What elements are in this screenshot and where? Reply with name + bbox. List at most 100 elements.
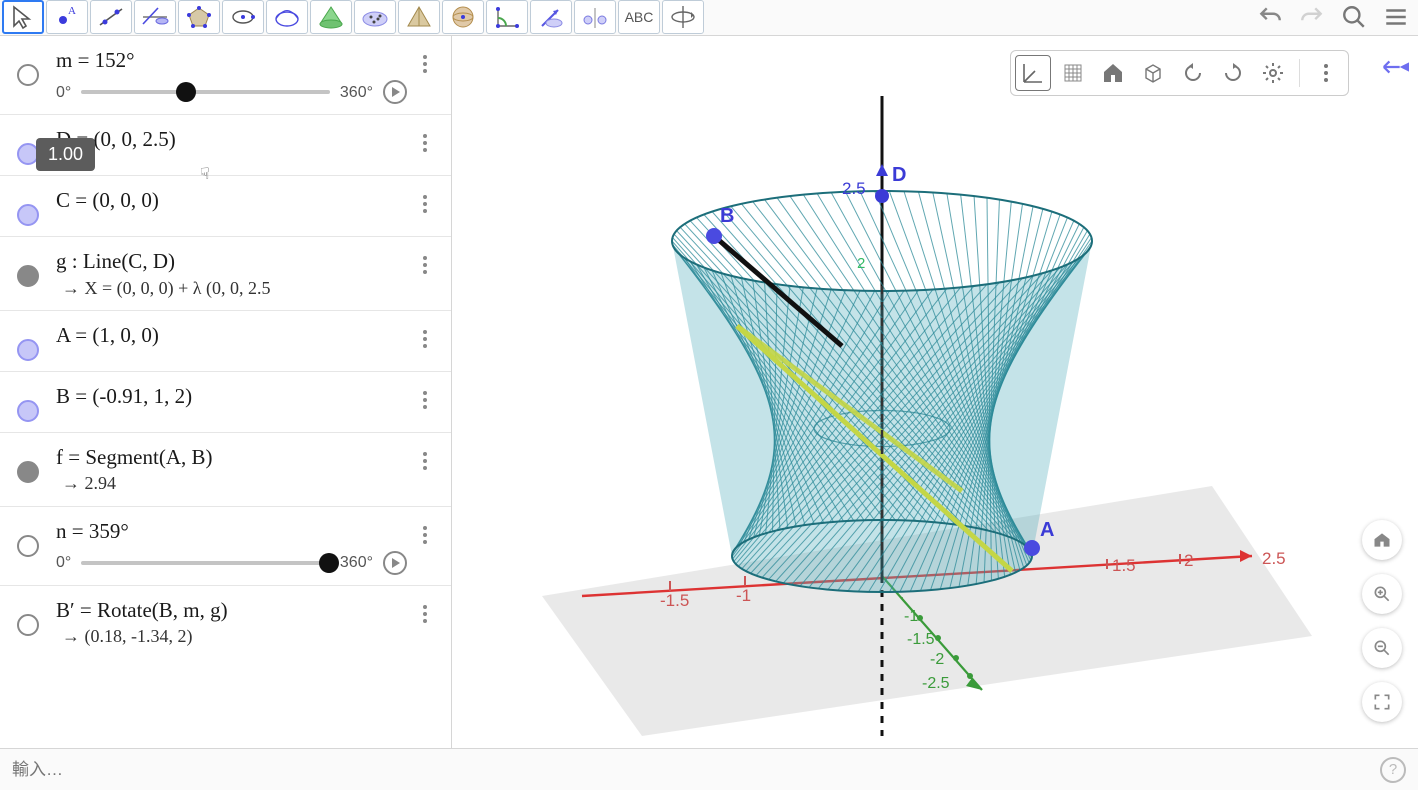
tool-ellipse[interactable] [266, 0, 308, 34]
z-label-2-5: 2.5 [842, 179, 866, 198]
tool-text[interactable]: ABC [618, 0, 660, 34]
play-button[interactable] [383, 80, 407, 104]
point-b[interactable] [706, 228, 722, 244]
row-more-button[interactable] [411, 447, 439, 475]
tool-cone[interactable] [310, 0, 352, 34]
expression-text: n = 359° [56, 517, 407, 545]
row-more-button[interactable] [411, 50, 439, 78]
x-tick-label: 2.5 [1262, 549, 1286, 568]
tool-circle[interactable] [222, 0, 264, 34]
slider-min: 0° [56, 552, 71, 574]
tool-move[interactable] [2, 0, 44, 34]
x-tick-label: 1.5 [1112, 556, 1136, 575]
visibility-toggle[interactable] [17, 339, 39, 361]
visibility-toggle[interactable] [17, 461, 39, 483]
float-zoomin-button[interactable] [1362, 574, 1402, 614]
y-tick-label: -1 [904, 608, 918, 625]
tool-vector[interactable] [530, 0, 572, 34]
visibility-toggle[interactable] [17, 265, 39, 287]
row-more-button[interactable] [411, 521, 439, 549]
algebra-row-f[interactable]: f = Segment(A, B) → 2.94 [0, 433, 451, 507]
main-area: 1.00 ☟ m = 152° 0° 360° D = (0, 0, 2 [0, 36, 1418, 748]
tool-point[interactable]: A [46, 0, 88, 34]
point-a-label: A [1040, 519, 1054, 541]
visibility-toggle[interactable] [17, 400, 39, 422]
row-more-button[interactable] [411, 386, 439, 414]
expression-result: → (0.18, -1.34, 2) [56, 624, 407, 648]
tool-polygon[interactable] [178, 0, 220, 34]
visibility-toggle[interactable] [17, 204, 39, 226]
tool-dotcloud[interactable] [354, 0, 396, 34]
algebra-panel[interactable]: 1.00 ☟ m = 152° 0° 360° D = (0, 0, 2 [0, 36, 452, 748]
expression-text: D = (0, 0, 2.5) [56, 125, 407, 153]
float-zoomout-button[interactable] [1362, 628, 1402, 668]
x-tick-label: 2 [1184, 551, 1193, 570]
d-arrow [876, 164, 888, 176]
row-more-button[interactable] [411, 251, 439, 279]
algebra-row-n[interactable]: n = 359° 0° 360° [0, 507, 451, 586]
row-more-button[interactable] [411, 129, 439, 157]
tool-tetrahedron[interactable] [398, 0, 440, 34]
slider-thumb[interactable] [319, 553, 339, 573]
algebra-row-m[interactable]: m = 152° 0° 360° [0, 36, 451, 115]
expression-text: C = (0, 0, 0) [56, 186, 407, 214]
expression-text: A = (1, 0, 0) [56, 321, 407, 349]
y-tick-label: -2 [930, 651, 944, 668]
point-d[interactable] [875, 189, 889, 203]
input-bar: ? [0, 748, 1418, 790]
tool-angle[interactable] [486, 0, 528, 34]
x-tick-label: -1.5 [660, 591, 689, 610]
tool-mirror[interactable] [574, 0, 616, 34]
point-a[interactable] [1024, 540, 1040, 556]
slider-max: 360° [340, 552, 373, 574]
row-more-button[interactable] [411, 325, 439, 353]
graphics-panel[interactable]: -1.5 -1 1.5 2 2.5 -1 -1.5 -2 -2.5 [452, 36, 1418, 748]
visibility-toggle[interactable] [17, 64, 39, 86]
float-fullscreen-button[interactable] [1362, 682, 1402, 722]
z-tick-2: 2 [857, 255, 865, 272]
slider-max: 360° [340, 82, 373, 104]
tool-line[interactable] [90, 0, 132, 34]
search-button[interactable] [1334, 0, 1374, 34]
cursor-indicator: ☟ [200, 164, 210, 184]
menu-button[interactable] [1376, 0, 1416, 34]
3d-view[interactable]: -1.5 -1 1.5 2 2.5 -1 -1.5 -2 -2.5 [452, 36, 1418, 748]
point-d-label: D [892, 164, 906, 186]
algebra-row-a[interactable]: A = (1, 0, 0) [0, 311, 451, 372]
redo-button[interactable] [1292, 0, 1332, 34]
slider-track[interactable] [81, 90, 330, 94]
expression-result: → X = (0, 0, 0) + λ (0, 0, 2.5 [56, 276, 407, 300]
undo-button[interactable] [1250, 0, 1290, 34]
tool-rotateview[interactable] [662, 0, 704, 34]
float-button-stack [1362, 520, 1402, 722]
slider-thumb[interactable] [176, 82, 196, 102]
float-home-button[interactable] [1362, 520, 1402, 560]
expression-text: B′ = Rotate(B, m, g) [56, 596, 407, 624]
visibility-toggle[interactable] [17, 614, 39, 636]
expression-text: m = 152° [56, 46, 407, 74]
point-b-label: B [720, 205, 734, 227]
tool-perpendicular[interactable] [134, 0, 176, 34]
y-tick-label: -2.5 [922, 675, 950, 692]
slider-value-tooltip: 1.00 [36, 138, 95, 171]
row-more-button[interactable] [411, 190, 439, 218]
algebra-row-b[interactable]: B = (-0.91, 1, 2) [0, 372, 451, 433]
help-button[interactable]: ? [1380, 757, 1406, 783]
y-tick-label: -1.5 [907, 631, 935, 648]
algebra-row-bprime[interactable]: B′ = Rotate(B, m, g) → (0.18, -1.34, 2) [0, 586, 451, 659]
visibility-toggle[interactable] [17, 535, 39, 557]
expression-text: f = Segment(A, B) [56, 443, 407, 471]
command-input[interactable] [12, 755, 1380, 785]
row-more-button[interactable] [411, 600, 439, 628]
svg-text:A: A [68, 5, 76, 17]
x-tick-label: -1 [736, 586, 751, 605]
tool-text-label: ABC [625, 9, 654, 25]
algebra-row-c[interactable]: C = (0, 0, 0) [0, 176, 451, 237]
main-toolbar: A ABC [0, 0, 1418, 36]
slider-track[interactable] [81, 561, 330, 565]
expression-result: → 2.94 [56, 471, 407, 495]
algebra-row-g[interactable]: g : Line(C, D) → X = (0, 0, 0) + λ (0, 0… [0, 237, 451, 311]
slider-min: 0° [56, 82, 71, 104]
play-button[interactable] [383, 551, 407, 575]
tool-sphere[interactable] [442, 0, 484, 34]
